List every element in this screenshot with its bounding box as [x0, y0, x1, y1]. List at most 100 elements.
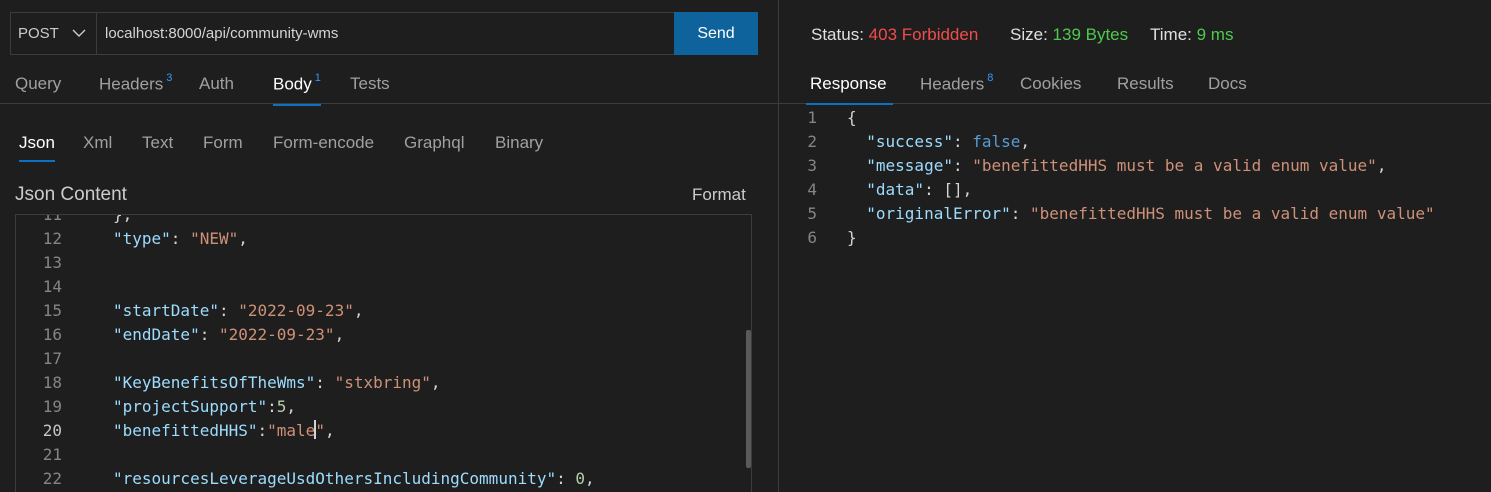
- tab-query[interactable]: Query: [15, 74, 61, 94]
- send-button[interactable]: Send: [674, 12, 758, 55]
- code-token: :: [556, 469, 576, 488]
- code-token: "KeyBenefitsOfTheWms": [113, 373, 316, 392]
- status-value: 403 Forbidden: [868, 25, 979, 44]
- method-select[interactable]: POST: [11, 13, 97, 54]
- code-text: "startDate": "2022-09-23",: [113, 299, 363, 323]
- line-number: 2: [807, 132, 817, 151]
- code-token: :: [199, 325, 219, 344]
- json-editor[interactable]: 11}, 12 "type": "NEW", 13 14 15 "startDate": "…: [15, 214, 752, 492]
- code-token: :: [267, 397, 277, 416]
- code-token: :: [315, 373, 335, 392]
- code-token: {: [847, 108, 857, 127]
- code-text: "message": "benefittedHHS must be a vali…: [847, 154, 1386, 178]
- response-line: 5 "originalError": "benefittedHHS must b…: [779, 202, 1491, 226]
- code-text: "originalError": "benefittedHHS must be …: [847, 202, 1434, 226]
- code-text: "endDate": "2022-09-23",: [113, 323, 344, 347]
- url-input[interactable]: localhost:8000/api/community-wms: [105, 13, 338, 54]
- code-token: "type": [113, 229, 171, 248]
- code-text: "benefittedHHS":"male",: [113, 419, 335, 443]
- line-number: 3: [807, 156, 817, 175]
- tab-response[interactable]: Response: [806, 74, 893, 105]
- method-label: POST: [18, 25, 59, 42]
- editor-scrollbar[interactable]: [746, 330, 751, 468]
- editor-line: 16 "endDate": "2022-09-23",: [16, 323, 736, 347]
- code-token: ,: [353, 301, 364, 320]
- editor-line: 14: [16, 275, 736, 299]
- code-token: ,: [286, 397, 297, 416]
- code-token: ": [315, 421, 325, 440]
- code-token: "success": [866, 132, 953, 151]
- tab-form[interactable]: Form: [203, 133, 243, 153]
- chevron-down-icon: [72, 29, 86, 37]
- request-tabs: Query Headers 3 Auth Body 1 Tests: [0, 62, 778, 106]
- tab-headers[interactable]: Headers 3: [99, 72, 173, 95]
- line-number: 6: [807, 228, 817, 247]
- editor-line: 17: [16, 347, 736, 371]
- tab-tests[interactable]: Tests: [350, 74, 390, 94]
- tab-graphql[interactable]: Graphql: [404, 133, 464, 153]
- response-line: 1{: [779, 106, 1491, 130]
- line-number: 4: [807, 180, 817, 199]
- tab-json[interactable]: Json: [19, 133, 55, 162]
- tab-cookies[interactable]: Cookies: [1020, 74, 1081, 94]
- line-number: 15: [42, 301, 62, 320]
- code-token: "message": [866, 156, 953, 175]
- editor-line: 22 "resourcesLeverageUsdOthersIncludingCo…: [16, 467, 736, 491]
- code-token: "NEW": [190, 229, 239, 248]
- editor-line: 21: [16, 443, 736, 467]
- line-number: 17: [42, 349, 62, 368]
- code-token: :: [952, 156, 973, 175]
- code-token: "2022-09-23": [218, 325, 335, 344]
- tab-auth[interactable]: Auth: [199, 74, 234, 94]
- tab-results[interactable]: Results: [1117, 74, 1174, 94]
- code-text: "resourcesLeverageUsdOthersIncludingComm…: [113, 467, 595, 491]
- line-number: 18: [42, 373, 62, 392]
- app-root: POST localhost:8000/api/community-wms Se…: [0, 0, 1491, 492]
- code-token: :: [170, 229, 191, 248]
- code-text: },: [113, 215, 132, 227]
- tab-body[interactable]: Body 1: [273, 72, 321, 106]
- line-number: 20: [42, 421, 62, 440]
- code-token: ,: [1020, 132, 1031, 151]
- status-info: Status: 403 Forbidden: [811, 25, 979, 44]
- response-line: 6}: [779, 226, 1491, 250]
- line-number: 21: [42, 445, 62, 464]
- line-number: 5: [807, 204, 817, 223]
- code-token: : [],: [924, 180, 973, 199]
- tab-docs[interactable]: Docs: [1208, 74, 1247, 94]
- tab-text[interactable]: Text: [142, 133, 173, 153]
- tab-xml[interactable]: Xml: [83, 133, 112, 153]
- tab-form-encode[interactable]: Form-encode: [273, 133, 374, 153]
- line-number: 1: [807, 108, 817, 127]
- code-token: ,: [334, 325, 345, 344]
- code-token: "benefittedHHS": [113, 421, 258, 440]
- headers-count-badge: 3: [166, 72, 173, 84]
- code-token: ,: [324, 421, 335, 440]
- size-info: Size: 139 Bytes: [1010, 25, 1129, 44]
- body-count-badge: 1: [314, 72, 321, 84]
- request-pane: POST localhost:8000/api/community-wms Se…: [0, 0, 778, 492]
- code-text: "type": "NEW",: [113, 227, 248, 251]
- line-number: 22: [42, 469, 62, 488]
- tab-binary[interactable]: Binary: [495, 133, 543, 153]
- code-token: :: [1010, 204, 1031, 223]
- code-text: {: [847, 106, 857, 130]
- size-value: 139 Bytes: [1052, 25, 1129, 44]
- format-button[interactable]: Format: [692, 185, 746, 205]
- code-token: ,: [430, 373, 441, 392]
- editor-line: 12 "type": "NEW",: [16, 227, 736, 251]
- code-token: "benefittedHHS must be a valid enum valu…: [972, 156, 1377, 175]
- editor-line: 13: [16, 251, 736, 275]
- body-type-tabs: Json Xml Text Form Form-encode Graphql B…: [0, 124, 778, 164]
- editor-line: 20 "benefittedHHS":"male",: [16, 419, 736, 443]
- code-token: "2022-09-23": [238, 301, 354, 320]
- url-bar: POST localhost:8000/api/community-wms Se…: [10, 12, 758, 55]
- tab-response-headers[interactable]: Headers 8: [920, 72, 993, 95]
- editor-line: 18 "KeyBenefitsOfTheWms": "stxbring",: [16, 371, 736, 395]
- code-token: 5: [276, 397, 287, 416]
- code-text: }: [847, 226, 857, 250]
- code-text: "data": [],: [847, 178, 972, 202]
- response-body: 1{2 "success": false, 3 "message": "benef…: [779, 106, 1491, 256]
